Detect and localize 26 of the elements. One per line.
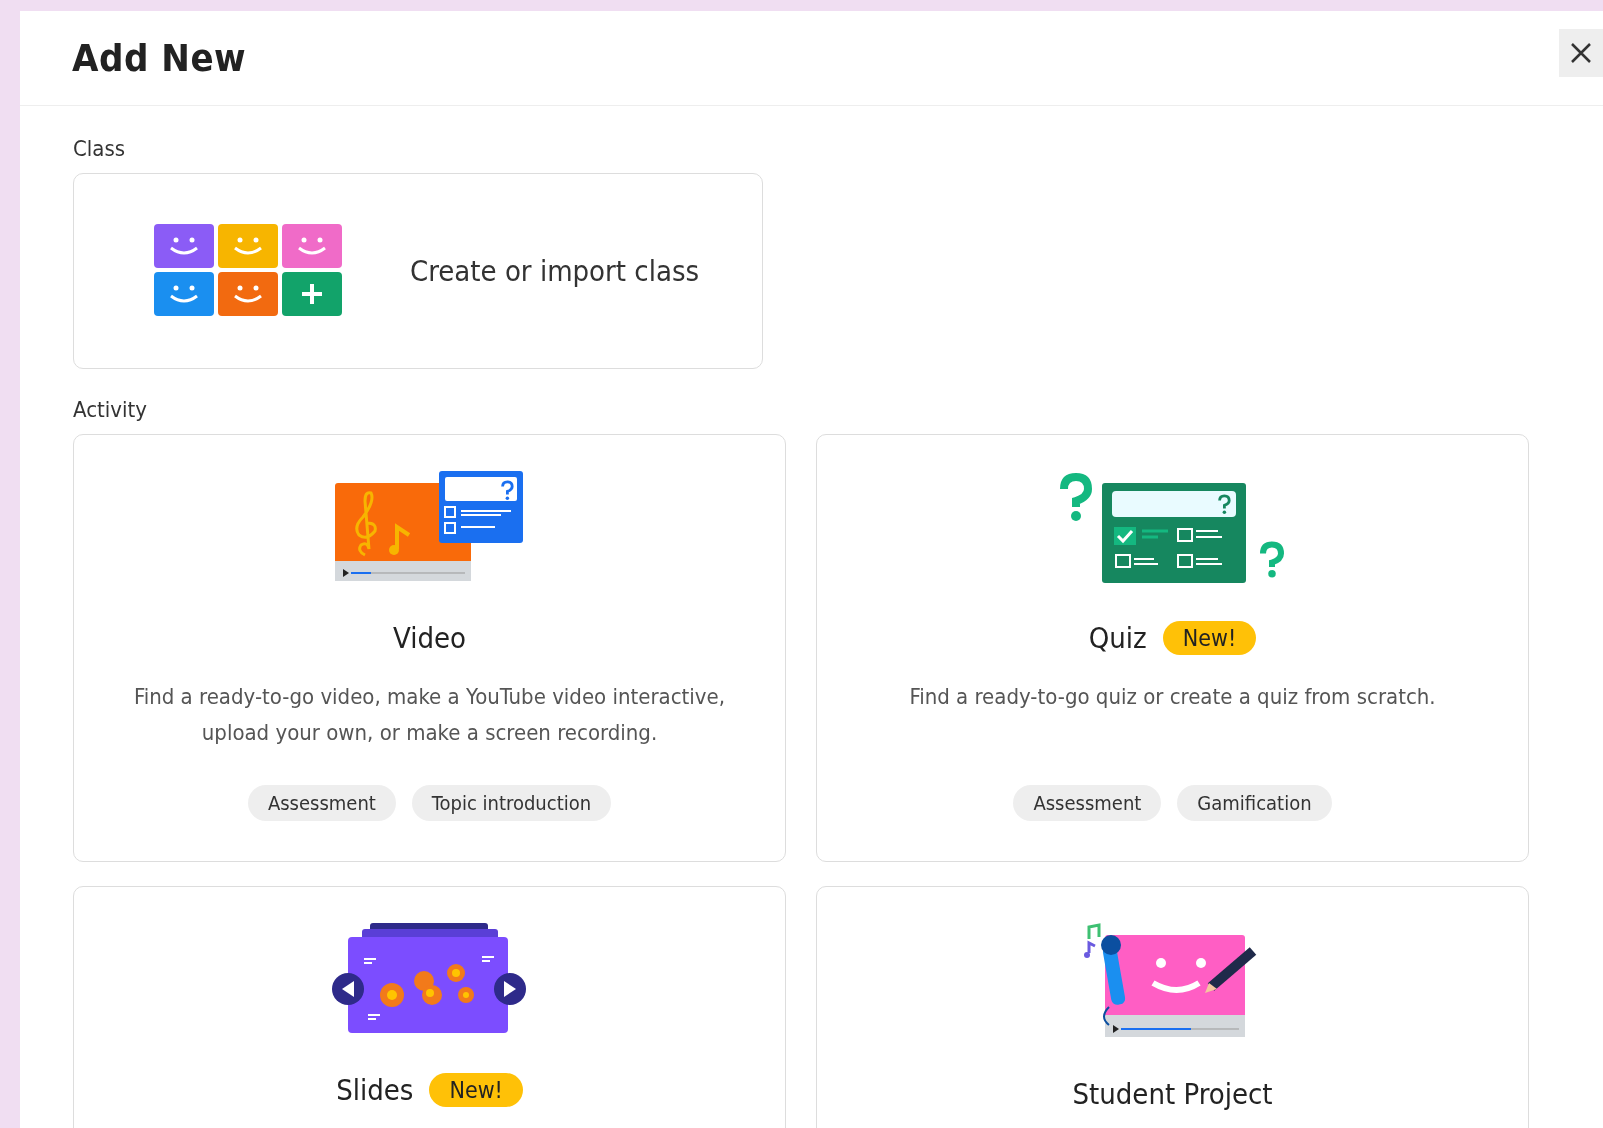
tag-chip: Topic introduction — [411, 785, 612, 821]
card-description: Find a ready-to-go quiz or create a quiz from scratch. — [909, 683, 1436, 711]
card-label: Create or import class — [410, 254, 700, 288]
close-icon — [1570, 42, 1592, 64]
section-heading: Activity — [73, 397, 147, 422]
slides-illustration-icon — [331, 923, 528, 1035]
tag-chip: Gamification — [1177, 785, 1332, 821]
activity-card[interactable]: Quiz New! Find a ready-to-go quiz or create a quiz from scratch. Assessment Gamification — [816, 434, 1529, 862]
class-faces-icon — [154, 224, 344, 318]
new-badge: New! — [1162, 621, 1257, 655]
close-button[interactable] — [1559, 29, 1603, 77]
new-badge: New! — [429, 1073, 523, 1107]
tag-chip: Assessment — [1013, 785, 1162, 821]
card-description: Find a ready-to-go video, make a YouTube video interactive, upload your own, or make a screen recording. — [132, 683, 727, 747]
dialog-title: Add New — [72, 36, 247, 80]
section-heading: Class — [73, 136, 126, 161]
activity-card[interactable]: Video Find a ready-to-go video, make a YouTube video interactive, upload your own, or make a screen recording. Assessment Topic introduction — [73, 434, 786, 862]
video-illustration-icon — [334, 471, 525, 583]
card-title: Slides — [336, 1073, 414, 1107]
card-title: Video — [392, 621, 466, 655]
activity-card[interactable]: Slides New! — [73, 886, 786, 1128]
card-title: Quiz — [1088, 621, 1147, 655]
card-title: Student Project — [1072, 1077, 1273, 1111]
create-class-card[interactable]: Create or import class — [73, 173, 763, 369]
activity-card[interactable]: Student Project — [816, 886, 1529, 1128]
tag-chip: Assessment — [247, 785, 396, 821]
